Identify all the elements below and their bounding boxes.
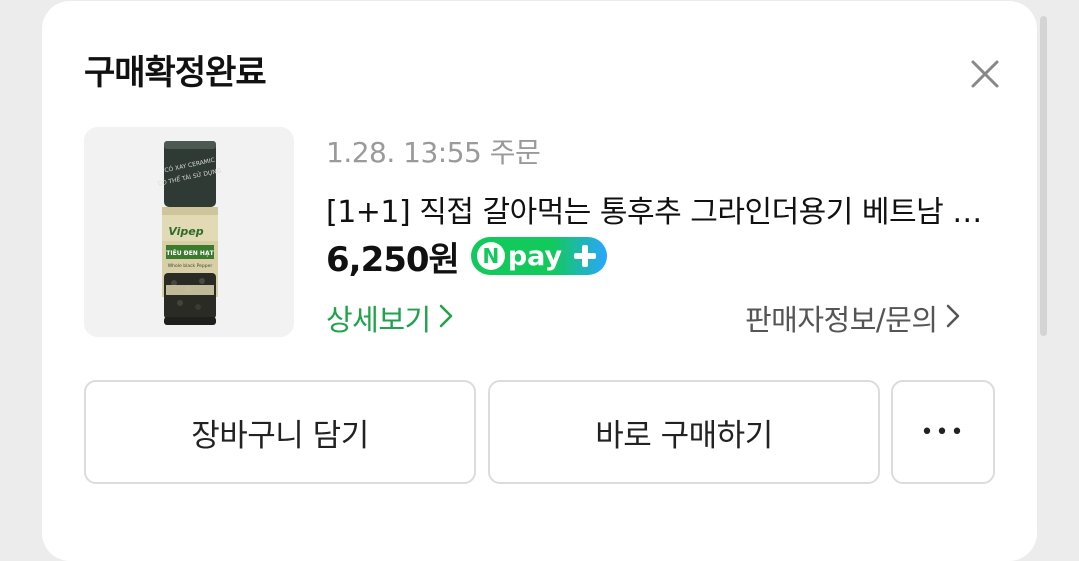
more-dots-icon: ••• xyxy=(920,419,966,445)
scrollbar[interactable] xyxy=(1040,16,1047,336)
npay-label: pay xyxy=(507,240,563,272)
seller-info-label: 판매자정보/문의 xyxy=(745,303,938,337)
add-to-cart-button[interactable]: 장바구니 담기 xyxy=(84,380,476,484)
product-thumbnail[interactable]: CÓ XAY CERAMIC CÓ THỂ TÁI SỬ DỤNG Vipep … xyxy=(84,127,294,337)
label-line1: TIÊU ĐEN HẠT xyxy=(166,249,214,257)
more-options-button[interactable]: ••• xyxy=(891,380,995,484)
price: 6,250원 xyxy=(326,239,460,280)
chevron-right-icon xyxy=(439,301,453,335)
brand-text: Vipep xyxy=(168,225,203,238)
npay-n-mark: N xyxy=(476,242,505,270)
page-title: 구매확정완료 xyxy=(84,53,267,93)
detail-link-label: 상세보기 xyxy=(326,303,431,337)
order-date: 1.28. 13:55 주문 xyxy=(326,136,541,169)
order-card: 구매확정완료 CÓ XAY CERAMIC CÓ THỂ TÁI SỬ DỤNG… xyxy=(42,1,1037,561)
npay-badge: N pay xyxy=(470,237,607,275)
seller-info-link[interactable]: 판매자정보/문의 xyxy=(745,297,960,339)
plus-icon xyxy=(571,242,599,270)
detail-link[interactable]: 상세보기 xyxy=(326,297,453,339)
pepper-grinder-image: CÓ XAY CERAMIC CÓ THỂ TÁI SỬ DỤNG Vipep … xyxy=(84,127,294,337)
buy-now-button[interactable]: 바로 구매하기 xyxy=(488,380,880,484)
price-row: 6,250원 N pay xyxy=(326,234,607,280)
label-line2: Whole black Pepper xyxy=(168,263,213,269)
product-name[interactable]: [1+1] 직접 갈아먹는 통후추 그라인더용기 베트남 수입 통후추 Vipe… xyxy=(326,187,996,231)
close-icon[interactable] xyxy=(967,56,1003,92)
chevron-right-icon xyxy=(946,301,960,335)
